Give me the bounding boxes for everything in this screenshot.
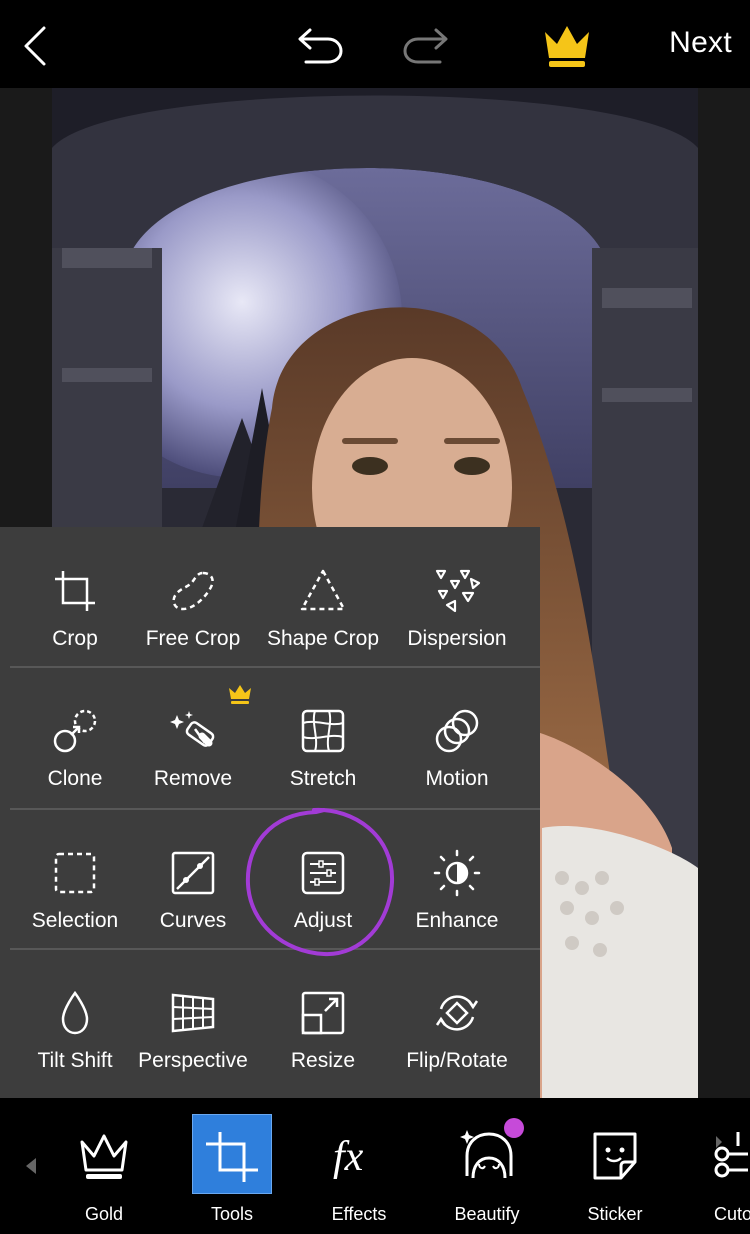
stretch-icon <box>301 709 345 753</box>
tool-resize[interactable]: Resize <box>258 949 388 1089</box>
tool-curves[interactable]: Curves <box>128 809 258 949</box>
tool-flip-rotate[interactable]: Flip/Rotate <box>392 949 522 1089</box>
curves-icon <box>171 851 215 895</box>
tool-label: Motion <box>425 767 489 790</box>
tool-remove[interactable]: Remove <box>128 667 258 807</box>
next-button[interactable]: Next <box>669 26 732 60</box>
back-arrow-icon[interactable] <box>20 24 50 68</box>
scroll-left-arrow-icon[interactable] <box>24 1156 38 1176</box>
effects-fx-icon: fx <box>333 1134 364 1180</box>
tool-stretch[interactable]: Stretch <box>258 667 388 807</box>
premium-crown-icon <box>229 685 251 704</box>
undo-icon[interactable] <box>296 24 346 66</box>
sticker-icon <box>593 1132 637 1180</box>
nav-beautify[interactable]: Beautify <box>432 1098 542 1234</box>
selection-icon <box>54 852 96 894</box>
tool-free-crop[interactable]: Free Crop <box>128 527 258 667</box>
tool-label: Adjust <box>293 909 353 932</box>
tools-row-1: Crop Free Crop Shape Crop Dispersion <box>10 527 540 667</box>
tool-label: Flip/Rotate <box>406 1049 508 1072</box>
enhance-icon <box>433 849 481 897</box>
tool-shape-crop[interactable]: Shape Crop <box>258 527 388 667</box>
nav-sticker[interactable]: Sticker <box>560 1098 670 1234</box>
crown-icon[interactable] <box>542 22 592 70</box>
nav-cutout[interactable]: Cuto <box>688 1098 750 1234</box>
tool-motion[interactable]: Motion <box>392 667 522 807</box>
tool-enhance[interactable]: Enhance <box>392 809 522 949</box>
nav-effects[interactable]: fx Effects <box>304 1098 414 1234</box>
resize-icon <box>301 991 345 1035</box>
tool-label: Shape Crop <box>266 627 380 650</box>
tool-label: Curves <box>159 909 227 932</box>
crop-icon <box>55 571 95 611</box>
tool-label: Resize <box>290 1049 356 1072</box>
svg-text:fx: fx <box>333 1134 364 1180</box>
tools-panel: Crop Free Crop Shape Crop Dispersion Clo… <box>0 527 540 1098</box>
nav-tools[interactable]: Tools <box>177 1098 287 1234</box>
redo-icon[interactable] <box>400 24 450 66</box>
shape-crop-icon <box>300 569 346 611</box>
flip-rotate-icon <box>435 995 479 1031</box>
nav-label: Sticker <box>587 1204 643 1224</box>
adjust-icon <box>301 851 345 895</box>
dispersion-icon <box>435 569 481 613</box>
tools-row-4: Tilt Shift Perspective Resize Flip/Rotat… <box>10 949 540 1089</box>
gold-crown-icon <box>80 1134 128 1179</box>
tools-row-3: Selection Curves Adjust Enhance <box>10 809 540 949</box>
perspective-icon <box>171 993 215 1033</box>
tool-label: Free Crop <box>145 627 241 650</box>
free-crop-icon <box>172 571 214 611</box>
notification-badge <box>504 1118 524 1138</box>
tool-adjust[interactable]: Adjust <box>258 809 388 949</box>
tool-perspective[interactable]: Perspective <box>128 949 258 1089</box>
motion-icon <box>435 709 479 753</box>
bottom-toolbar: Gold Tools fx Effects Beautify Sticker C… <box>0 1098 750 1234</box>
tool-label: Remove <box>153 767 233 790</box>
nav-gold[interactable]: Gold <box>49 1098 159 1234</box>
tool-label: Perspective <box>138 1049 248 1072</box>
nav-label: Cuto <box>714 1204 750 1224</box>
tilt-shift-icon <box>61 990 89 1035</box>
tool-label: Dispersion <box>407 627 507 650</box>
tools-crop-icon <box>206 1132 258 1182</box>
top-bar: Next <box>0 0 750 88</box>
tool-label: Enhance <box>415 909 499 932</box>
tool-dispersion[interactable]: Dispersion <box>392 527 522 667</box>
clone-icon <box>53 709 97 753</box>
tool-label: Stretch <box>289 767 357 790</box>
cutout-icon <box>714 1132 748 1178</box>
remove-icon <box>170 711 215 747</box>
tools-row-2: Clone Remove Stretch Motion <box>10 667 540 807</box>
